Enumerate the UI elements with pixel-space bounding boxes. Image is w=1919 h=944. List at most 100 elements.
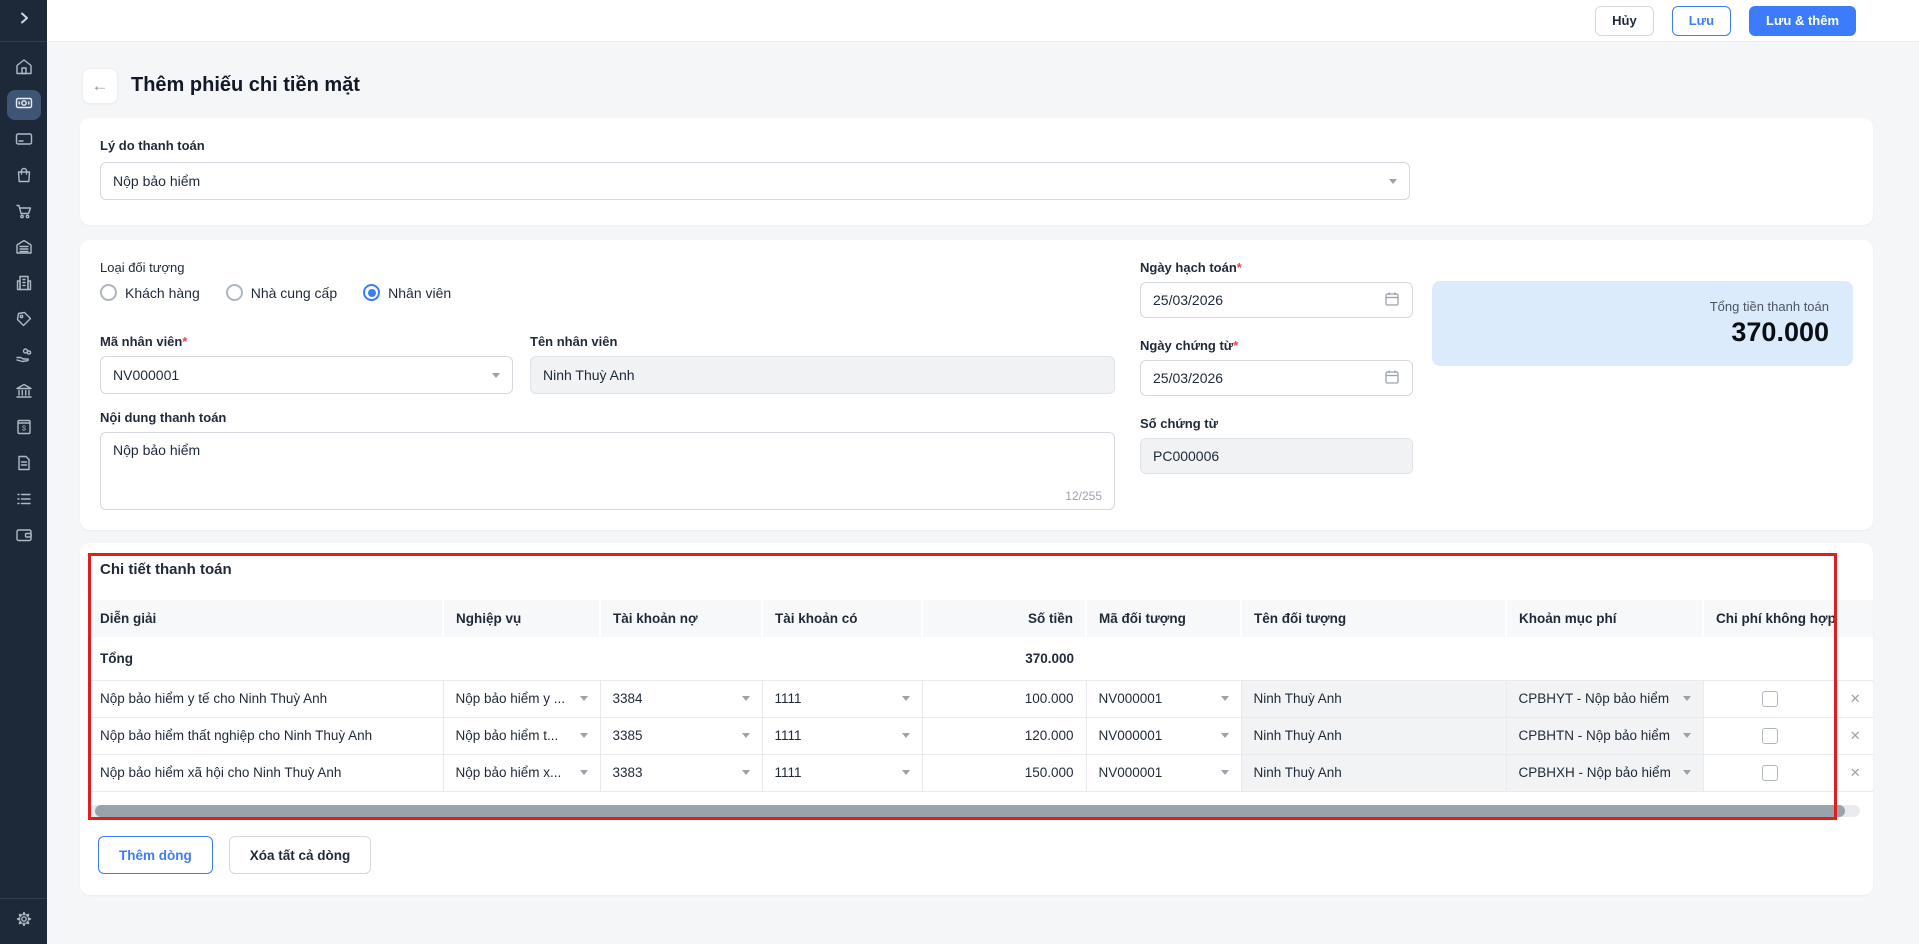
radio-customer[interactable]: Khách hàng — [100, 284, 200, 301]
cell-debit-select[interactable]: 3385 — [600, 717, 763, 755]
sidebar: $ — [0, 0, 47, 944]
cell-invalid-expense — [1703, 717, 1838, 755]
invalid-expense-checkbox[interactable] — [1762, 727, 1778, 744]
col-invalid-expense: Chi phí không hợp — [1703, 600, 1838, 637]
table-row: Nộp bảo hiểm thất nghiệp cho Ninh Thuỳ A… — [88, 717, 1873, 755]
table-header-row: Diễn giải Nghiệp vụ Tài khoản nợ Tài kho… — [88, 600, 1873, 637]
payment-detail-table: Diễn giải Nghiệp vụ Tài khoản nợ Tài kho… — [88, 600, 1873, 792]
shopping-cart-icon — [14, 201, 34, 226]
radio-supplier-label: Nhà cung cấp — [250, 284, 338, 301]
sidebar-item-building[interactable] — [7, 270, 41, 300]
col-description: Diễn giải — [88, 600, 444, 637]
cell-description[interactable]: Nộp bảo hiểm y tế cho Ninh Thuỳ Anh — [88, 680, 444, 718]
object-type-radio-group: Khách hàng Nhà cung cấp Nhân viên — [100, 284, 451, 301]
save-button[interactable]: Lưu — [1671, 5, 1732, 36]
sidebar-item-list[interactable] — [7, 486, 41, 516]
cancel-button[interactable]: Hủy — [1595, 5, 1654, 36]
payment-content-textarea[interactable]: Nộp bảo hiểm 12/255 — [100, 432, 1115, 510]
delete-row-button[interactable]: ✕ — [1837, 754, 1873, 792]
arrow-left-icon: ← — [91, 76, 109, 95]
sidebar-item-home[interactable] — [7, 54, 41, 84]
sidebar-item-credit-card[interactable] — [7, 126, 41, 156]
sidebar-item-cash[interactable] — [6, 90, 41, 120]
sidebar-item-shopping-cart[interactable] — [7, 198, 41, 228]
document-number-label: Số chứng từ — [1140, 416, 1219, 431]
chevron-down-icon — [492, 372, 500, 378]
sidebar-item-shopping-bag[interactable] — [7, 162, 41, 192]
scrollbar-thumb[interactable] — [95, 805, 1845, 817]
document-number-field: PC000006 — [1140, 438, 1413, 474]
sidebar-item-cash-book[interactable]: $ — [7, 414, 41, 444]
radio-supplier[interactable]: Nhà cung cấp — [225, 284, 338, 301]
cell-credit-select[interactable]: 1111 — [762, 680, 923, 718]
sidebar-item-wallet[interactable] — [7, 522, 41, 552]
document-icon — [14, 453, 34, 478]
payment-content-label: Nội dung thanh toán — [100, 410, 227, 425]
document-date-value: 25/03/2026 — [1153, 370, 1224, 386]
employee-code-select[interactable]: NV000001 — [100, 356, 513, 394]
cell-operation-select[interactable]: Nộp bảo hiểm t... — [443, 717, 601, 755]
payment-reason-card: Lý do thanh toán Nộp bảo hiểm — [80, 118, 1873, 225]
delete-row-button[interactable]: ✕ — [1837, 680, 1873, 718]
gear-icon — [14, 909, 34, 934]
object-type-label: Loại đối tượng — [100, 260, 185, 275]
cell-description[interactable]: Nộp bảo hiểm xã hội cho Ninh Thuỳ Anh — [88, 754, 444, 792]
calendar-icon[interactable] — [1384, 369, 1400, 388]
sidebar-item-hand-coins[interactable] — [7, 342, 41, 372]
chevron-right-icon — [17, 11, 31, 30]
col-actions — [1837, 600, 1873, 637]
cell-amount[interactable]: 150.000 — [922, 754, 1087, 792]
sidebar-item-tag[interactable] — [7, 306, 41, 336]
col-expense-item: Khoản mục phí — [1506, 600, 1704, 637]
cell-object-code-select[interactable]: NV000001 — [1086, 680, 1242, 718]
radio-customer-label: Khách hàng — [125, 284, 200, 301]
calendar-icon[interactable] — [1384, 291, 1400, 310]
topbar: Hủy Lưu Lưu & thêm — [47, 0, 1919, 42]
cell-debit-select[interactable]: 3383 — [600, 754, 763, 792]
cell-object-code-select[interactable]: NV000001 — [1086, 754, 1242, 792]
sidebar-item-warehouse[interactable] — [7, 234, 41, 264]
radio-icon — [225, 284, 243, 301]
document-date-input[interactable]: 25/03/2026 — [1140, 360, 1413, 396]
chevron-down-icon — [1220, 733, 1229, 738]
svg-text:$: $ — [22, 425, 26, 432]
back-button[interactable]: ← — [82, 68, 118, 104]
sidebar-item-bank[interactable] — [7, 378, 41, 408]
home-icon — [14, 57, 34, 82]
total-amount-label: Tổng tiền thanh toán — [1709, 299, 1829, 314]
cell-debit-select[interactable]: 3384 — [600, 680, 763, 718]
invalid-expense-checkbox[interactable] — [1762, 690, 1778, 707]
radio-employee[interactable]: Nhân viên — [363, 284, 451, 301]
cell-amount[interactable]: 100.000 — [922, 680, 1087, 718]
employee-name-label: Tên nhân viên — [530, 334, 618, 349]
cell-operation-select[interactable]: Nộp bảo hiểm y ... — [443, 680, 601, 718]
horizontal-scrollbar[interactable] — [88, 805, 1860, 817]
delete-row-button[interactable]: ✕ — [1837, 717, 1873, 755]
close-icon: ✕ — [1849, 764, 1861, 780]
add-row-button[interactable]: Thêm dòng — [98, 836, 213, 874]
total-row-label: Tổng — [88, 637, 443, 681]
sidebar-item-settings[interactable] — [7, 907, 41, 937]
cash-book-icon: $ — [14, 417, 34, 442]
payment-reason-select[interactable]: Nộp bảo hiểm — [100, 162, 1410, 200]
chevron-down-icon — [741, 770, 750, 775]
cell-operation-select[interactable]: Nộp bảo hiểm x... — [443, 754, 601, 792]
cell-description[interactable]: Nộp bảo hiểm thất nghiệp cho Ninh Thuỳ A… — [88, 717, 444, 755]
delete-all-rows-button[interactable]: Xóa tất cả dòng — [228, 836, 372, 874]
radio-icon — [100, 284, 117, 301]
cell-object-code-select[interactable]: NV000001 — [1086, 717, 1242, 755]
chevron-down-icon — [901, 733, 910, 738]
col-object-name: Tên đối tượng — [1241, 600, 1507, 637]
save-and-add-button[interactable]: Lưu & thêm — [1749, 5, 1856, 36]
cell-expense-item: CPBHTN - Nộp bảo hiểm — [1506, 717, 1704, 755]
posting-date-input[interactable]: 25/03/2026 — [1140, 282, 1413, 318]
sidebar-item-document[interactable] — [7, 450, 41, 480]
total-row-amount: 370.000 — [922, 637, 1086, 681]
radio-selected-icon — [363, 284, 381, 301]
cell-credit-select[interactable]: 1111 — [762, 717, 923, 755]
invalid-expense-checkbox[interactable] — [1762, 764, 1778, 781]
cell-amount[interactable]: 120.000 — [922, 717, 1087, 755]
cell-credit-select[interactable]: 1111 — [762, 754, 923, 792]
table-total-row: Tổng 370.000 — [88, 637, 1873, 681]
sidebar-expand-button[interactable] — [7, 6, 41, 36]
